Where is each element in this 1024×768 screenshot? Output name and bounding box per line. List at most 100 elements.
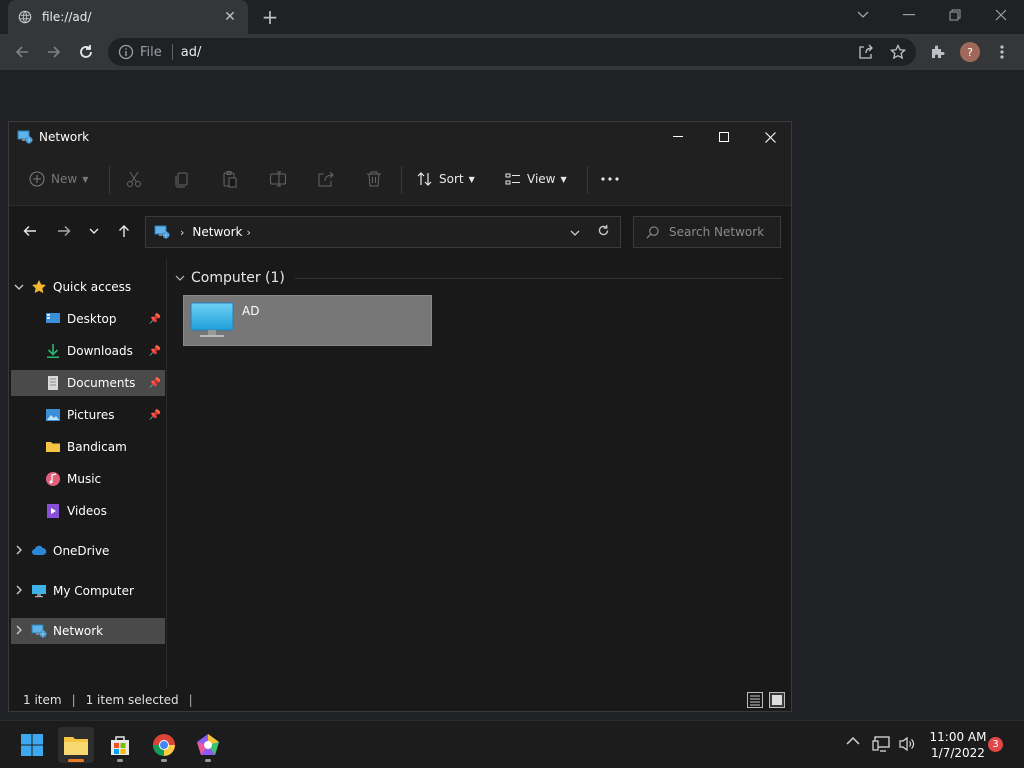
nav-label: Pictures	[67, 408, 115, 422]
taskbar-app-pentagon[interactable]	[190, 727, 226, 763]
browser-close-icon[interactable]	[978, 0, 1024, 30]
divider	[587, 166, 588, 194]
new-button[interactable]: New ▼	[29, 166, 88, 192]
explorer-title: Network	[39, 130, 90, 144]
volume-icon[interactable]	[898, 736, 916, 755]
nav-item-desktop[interactable]: Desktop 📌	[11, 306, 165, 332]
nav-item-downloads[interactable]: Downloads 📌	[11, 338, 165, 364]
browser-tab[interactable]: file://ad/ ✕	[8, 0, 248, 34]
expand-chevron-icon[interactable]	[11, 625, 27, 638]
music-icon	[45, 471, 61, 487]
taskbar-clock[interactable]: 11:00 AM 1/7/2022	[926, 729, 990, 761]
forward-arrow-icon[interactable]	[42, 40, 66, 64]
nav-item-quick-access[interactable]: Quick access	[11, 274, 165, 300]
videos-icon	[45, 503, 61, 519]
status-bar: 1 item | 1 item selected |	[9, 688, 791, 712]
large-icons-view-icon[interactable]	[769, 692, 785, 708]
new-tab-icon[interactable]: +	[260, 5, 280, 29]
up-arrow-icon[interactable]	[113, 220, 135, 242]
scissors-icon	[127, 171, 141, 187]
delete-button[interactable]	[365, 166, 383, 192]
tab-search-icon[interactable]	[840, 0, 886, 30]
notification-badge[interactable]: 3	[988, 737, 1003, 752]
view-button[interactable]: View ▼	[505, 166, 567, 192]
browser-minimize-icon[interactable]	[886, 0, 932, 30]
recent-locations-chevron-icon[interactable]	[83, 220, 105, 242]
site-info-icon[interactable]	[118, 44, 134, 60]
collapse-chevron-icon[interactable]	[175, 273, 185, 284]
rename-button[interactable]	[269, 166, 287, 192]
explorer-minimize-icon[interactable]	[655, 122, 701, 152]
nav-label: Documents	[67, 376, 136, 390]
paste-button[interactable]	[221, 166, 239, 192]
address-bar[interactable]: › Network ›	[145, 216, 621, 248]
profile-avatar[interactable]: ?	[960, 42, 980, 62]
computer-item-ad[interactable]: AD	[183, 295, 432, 346]
search-box[interactable]: Search Network	[633, 216, 781, 248]
clock-time: 11:00 AM	[929, 730, 987, 744]
refresh-icon[interactable]	[597, 224, 610, 240]
explorer-maximize-icon[interactable]	[701, 122, 747, 152]
copy-button[interactable]	[173, 166, 191, 192]
share-button[interactable]	[317, 166, 335, 192]
cut-button[interactable]	[125, 166, 143, 192]
share-icon[interactable]	[854, 40, 878, 64]
nav-label: Videos	[67, 504, 107, 518]
address-history-chevron-icon[interactable]	[570, 226, 580, 239]
share-icon	[318, 171, 334, 187]
sort-button[interactable]: Sort ▼	[417, 166, 475, 192]
breadcrumb-chevron-icon[interactable]: ›	[247, 226, 251, 239]
browser-restore-icon[interactable]	[932, 0, 978, 30]
extensions-puzzle-icon[interactable]	[926, 40, 950, 64]
taskbar-microsoft-store[interactable]	[102, 727, 138, 763]
pentagon-app-icon	[197, 734, 219, 755]
tab-close-icon[interactable]: ✕	[222, 9, 238, 25]
nav-label: Quick access	[53, 280, 132, 294]
nav-item-onedrive[interactable]: OneDrive	[11, 538, 165, 564]
nav-item-music[interactable]: Music	[11, 466, 165, 492]
browser-menu-icon[interactable]	[990, 40, 1014, 64]
nav-label: Music	[67, 472, 102, 486]
start-button[interactable]	[14, 727, 50, 763]
nav-item-network[interactable]: Network	[11, 618, 165, 644]
group-header-label: Computer (1)	[191, 270, 285, 286]
group-header-computer[interactable]: Computer (1)	[175, 270, 783, 286]
rename-icon	[270, 171, 286, 187]
back-arrow-icon[interactable]	[10, 40, 34, 64]
details-view-icon[interactable]	[747, 692, 763, 708]
nav-item-my-computer[interactable]: My Computer	[11, 578, 165, 604]
navigation-pane: Quick access Desktop 📌 Downloads 📌 Docum…	[9, 258, 167, 688]
view-list-icon	[505, 173, 520, 185]
desktop-icon	[45, 311, 61, 327]
omnibox[interactable]: File ad/	[108, 38, 916, 66]
network-status-icon[interactable]	[872, 736, 890, 755]
explorer-close-icon[interactable]	[747, 122, 793, 152]
taskbar-chrome[interactable]	[146, 727, 182, 763]
pin-icon[interactable]: 📌	[149, 410, 161, 421]
active-indicator	[68, 759, 84, 762]
running-indicator	[205, 759, 211, 762]
search-placeholder: Search Network	[669, 225, 765, 239]
expand-chevron-icon[interactable]	[11, 585, 27, 598]
pin-icon[interactable]: 📌	[149, 314, 161, 325]
pin-icon[interactable]: 📌	[149, 378, 161, 389]
taskbar-file-explorer[interactable]	[58, 727, 94, 763]
reload-icon[interactable]	[74, 40, 98, 64]
nav-item-videos[interactable]: Videos	[11, 498, 165, 524]
clock-date: 1/7/2022	[931, 746, 985, 760]
bookmark-star-icon[interactable]	[886, 40, 910, 64]
forward-arrow-icon[interactable]	[53, 220, 75, 242]
expand-chevron-icon[interactable]	[11, 282, 27, 293]
see-more-button[interactable]	[601, 166, 619, 192]
nav-item-pictures[interactable]: Pictures 📌	[11, 402, 165, 428]
back-arrow-icon[interactable]	[19, 220, 41, 242]
breadcrumb-chevron-icon[interactable]: ›	[180, 226, 184, 239]
expand-chevron-icon[interactable]	[11, 545, 27, 558]
nav-item-bandicam[interactable]: Bandicam	[11, 434, 165, 460]
new-label: New	[51, 172, 78, 186]
pin-icon[interactable]: 📌	[149, 346, 161, 357]
breadcrumb-network[interactable]: Network	[192, 225, 242, 239]
show-hidden-icons-chevron-icon[interactable]	[846, 735, 860, 749]
omnibox-url[interactable]: ad/	[181, 45, 202, 60]
nav-item-documents[interactable]: Documents 📌	[11, 370, 165, 396]
